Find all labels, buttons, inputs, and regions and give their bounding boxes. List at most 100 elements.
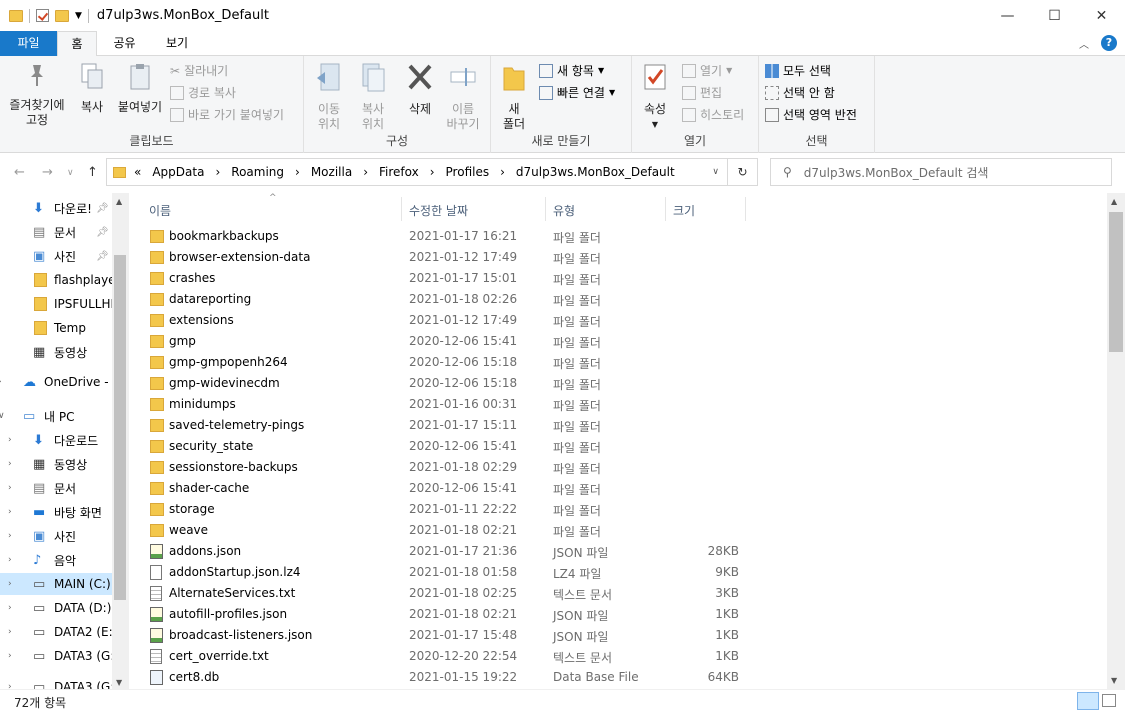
- forward-arrow-icon[interactable]: →: [42, 165, 53, 180]
- nav-scrollbar-thumb[interactable]: [114, 255, 126, 600]
- file-row[interactable]: shader-cache 2020-12-06 15:41 파일 폴더: [129, 478, 1107, 499]
- breadcrumb-profiles[interactable]: Profiles: [446, 165, 490, 179]
- breadcrumb-appdata[interactable]: AppData: [152, 165, 204, 179]
- cut-button[interactable]: ✂ 잘라내기: [170, 62, 228, 79]
- chevron-right-icon[interactable]: ›: [8, 435, 12, 445]
- address-box[interactable]: « AppData › Roaming › Mozilla › Firefox › Pr…: [106, 158, 728, 186]
- nav-item[interactable]: › ☁ OneDrive -: [0, 371, 112, 393]
- tab-view[interactable]: 보기: [152, 31, 202, 56]
- nav-item[interactable]: › ▭ DATA3 (G:: [0, 645, 114, 667]
- nav-item[interactable]: ▦ 동영상: [0, 341, 112, 363]
- file-row[interactable]: saved-telemetry-pings 2021-01-17 15:11 파일 …: [129, 415, 1107, 436]
- chevron-right-icon[interactable]: ›: [8, 507, 12, 517]
- breadcrumb-roaming[interactable]: Roaming: [231, 165, 284, 179]
- nav-item[interactable]: › ▣ 사진: [0, 525, 112, 547]
- tab-home[interactable]: 홈: [57, 31, 97, 57]
- delete-button[interactable]: 삭제: [402, 62, 438, 117]
- nav-item[interactable]: › ▭ DATA (D:): [0, 597, 112, 619]
- copy-path-button[interactable]: 경로 복사: [170, 84, 236, 101]
- nav-item[interactable]: › ⬇ 다운로드: [0, 429, 112, 451]
- chevron-right-icon[interactable]: ›: [0, 377, 2, 387]
- file-row[interactable]: minidumps 2021-01-16 00:31 파일 폴더: [129, 394, 1107, 415]
- edit-button[interactable]: 편집: [682, 84, 722, 101]
- rename-button[interactable]: 이름 바꾸기: [442, 62, 484, 132]
- tab-file[interactable]: 파일: [0, 31, 57, 56]
- nav-item[interactable]: flashplayer: [0, 269, 121, 291]
- close-button[interactable]: ✕: [1078, 0, 1125, 31]
- large-icons-view-icon[interactable]: [1102, 694, 1116, 707]
- select-none-button[interactable]: 선택 안 함: [765, 84, 835, 101]
- address-dropdown-icon[interactable]: ∨: [712, 167, 719, 177]
- nav-item[interactable]: › ▭ MAIN (C:): [0, 573, 112, 595]
- up-arrow-icon[interactable]: ↑: [87, 165, 98, 180]
- file-row[interactable]: storage 2021-01-11 22:22 파일 폴더: [129, 499, 1107, 520]
- column-header-modified[interactable]: 수정한 날짜: [409, 202, 468, 219]
- column-header-size[interactable]: 크기: [673, 202, 695, 219]
- nav-scroll-up-icon[interactable]: ▲: [116, 197, 122, 206]
- file-row[interactable]: cert_override.txt 2020-12-20 22:54 텍스트 문서 1…: [129, 646, 1107, 667]
- collapse-ribbon-icon[interactable]: ︿: [1079, 36, 1089, 51]
- new-folder-quick-icon[interactable]: [55, 9, 69, 22]
- maximize-button[interactable]: ☐: [1031, 0, 1078, 31]
- file-row[interactable]: crashes 2021-01-17 15:01 파일 폴더: [129, 268, 1107, 289]
- refresh-icon[interactable]: ↻: [728, 158, 758, 186]
- breadcrumb-firefox[interactable]: Firefox: [379, 165, 419, 179]
- nav-item[interactable]: IPSFULLHD: [0, 293, 120, 315]
- file-row[interactable]: gmp-widevinecdm 2020-12-06 15:18 파일 폴더: [129, 373, 1107, 394]
- nav-item[interactable]: › ▭ DATA2 (E:: [0, 621, 113, 643]
- copy-button[interactable]: 복사: [74, 62, 110, 115]
- copy-to-button[interactable]: 복사 위치: [354, 62, 392, 132]
- new-folder-button[interactable]: 새 폴더: [497, 62, 531, 132]
- invert-selection-button[interactable]: 선택 영역 반전: [765, 106, 857, 123]
- nav-scroll-down-icon[interactable]: ▼: [116, 678, 122, 687]
- history-button[interactable]: 히스토리: [682, 106, 744, 123]
- details-view-icon[interactable]: [1077, 692, 1099, 710]
- nav-item[interactable]: › ▬ 바탕 화면: [0, 501, 112, 523]
- paste-shortcut-button[interactable]: 바로 가기 붙여넣기: [170, 106, 284, 123]
- open-button[interactable]: 열기 ▼: [682, 62, 732, 79]
- file-row[interactable]: AlternateServices.txt 2021-01-18 02:25 텍스트…: [129, 583, 1107, 604]
- nav-item[interactable]: ∨ ▭ 내 PC: [0, 405, 112, 427]
- file-row[interactable]: addons.json 2021-01-17 21:36 JSON 파일 28KB: [129, 541, 1107, 562]
- select-all-button[interactable]: 모두 선택: [765, 62, 831, 79]
- chevron-right-icon[interactable]: ›: [8, 603, 12, 613]
- chevron-right-icon[interactable]: ›: [8, 651, 12, 661]
- nav-item[interactable]: › ♪ 음악: [0, 549, 112, 571]
- file-row[interactable]: browser-extension-data 2021-01-12 17:49 파일…: [129, 247, 1107, 268]
- chevron-right-icon[interactable]: ›: [8, 555, 12, 565]
- chevron-right-icon[interactable]: ›: [8, 531, 12, 541]
- nav-item[interactable]: ▣ 사진 📌︎: [0, 245, 112, 267]
- file-row[interactable]: broadcast-listeners.json 2021-01-17 15:48…: [129, 625, 1107, 646]
- search-input[interactable]: ⚲ d7ulp3ws.MonBox_Default 검색: [770, 158, 1112, 186]
- chevron-down-icon[interactable]: ∨: [0, 411, 5, 421]
- pin-quick-access-button[interactable]: 즐겨찾기에 고정: [4, 62, 70, 128]
- file-row[interactable]: sessionstore-backups 2021-01-18 02:29 파일 폴…: [129, 457, 1107, 478]
- properties-button[interactable]: 속성 ▼: [638, 62, 672, 132]
- breadcrumb-current[interactable]: d7ulp3ws.MonBox_Default: [516, 165, 675, 179]
- easy-access-button[interactable]: 빠른 연결 ▼: [539, 84, 615, 101]
- column-header-name[interactable]: 이름: [149, 202, 171, 219]
- chevron-right-icon[interactable]: ›: [8, 459, 12, 469]
- file-row[interactable]: gmp-gmpopenh264 2020-12-06 15:18 파일 폴더: [129, 352, 1107, 373]
- nav-item[interactable]: › ▤ 문서: [0, 477, 112, 499]
- breadcrumb-overflow[interactable]: «: [134, 165, 141, 179]
- nav-item[interactable]: › ▭ DATA3 (G:): [0, 676, 119, 690]
- chevron-right-icon[interactable]: ›: [8, 627, 12, 637]
- file-row[interactable]: extensions 2021-01-12 17:49 파일 폴더: [129, 310, 1107, 331]
- scroll-down-icon[interactable]: ▼: [1111, 676, 1117, 685]
- nav-item[interactable]: ⬇ 다운로! 📌︎: [0, 197, 112, 219]
- move-to-button[interactable]: 이동 위치: [310, 62, 348, 132]
- tab-share[interactable]: 공유: [97, 31, 152, 56]
- file-row[interactable]: autofill-profiles.json 2021-01-18 02:21 JS…: [129, 604, 1107, 625]
- file-row[interactable]: weave 2021-01-18 02:21 파일 폴더: [129, 520, 1107, 541]
- file-row[interactable]: cert8.db 2021-01-15 19:22 Data Base File 64…: [129, 667, 1107, 688]
- help-icon[interactable]: ?: [1101, 35, 1117, 51]
- file-row[interactable]: addonStartup.json.lz4 2021-01-18 01:58 LZ4…: [129, 562, 1107, 583]
- nav-item[interactable]: ▤ 문서 📌︎: [0, 221, 112, 243]
- file-row[interactable]: datareporting 2021-01-18 02:26 파일 폴더: [129, 289, 1107, 310]
- file-row[interactable]: bookmarkbackups 2021-01-17 16:21 파일 폴더: [129, 226, 1107, 247]
- new-item-button[interactable]: 새 항목 ▼: [539, 62, 604, 79]
- column-header-type[interactable]: 유형: [553, 202, 575, 219]
- file-row[interactable]: security_state 2020-12-06 15:41 파일 폴더: [129, 436, 1107, 457]
- customize-toolbar-arrow-icon[interactable]: ▼: [75, 11, 82, 21]
